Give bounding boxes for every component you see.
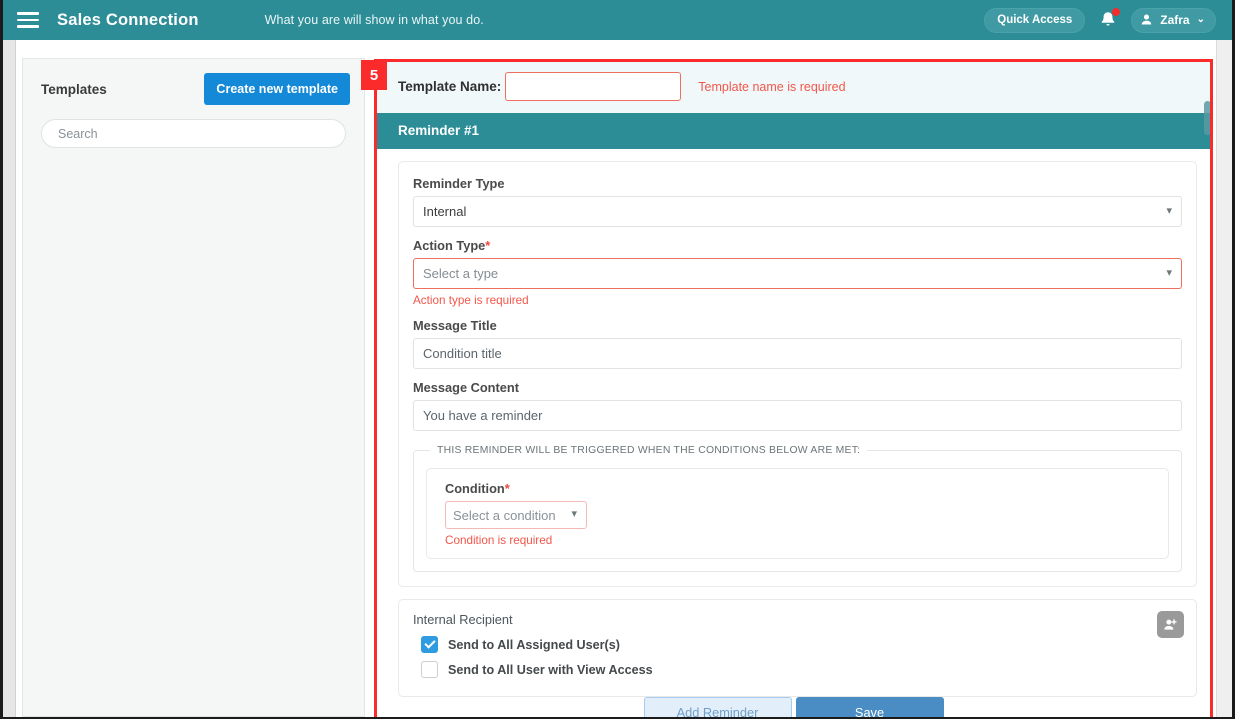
- hamburger-icon[interactable]: [17, 12, 39, 28]
- condition-label: Condition*: [445, 481, 1156, 496]
- internal-recipient-card: Internal Recipient Send to All Assigned …: [398, 599, 1197, 697]
- template-name-input[interactable]: [505, 72, 682, 101]
- required-asterisk: *: [504, 481, 510, 496]
- action-type-label-text: Action Type: [413, 238, 486, 253]
- notifications-button[interactable]: [1098, 8, 1121, 31]
- message-title-input[interactable]: [413, 338, 1182, 369]
- action-type-select[interactable]: Select a type: [413, 258, 1182, 289]
- chevron-down-icon: ⌄: [1196, 14, 1205, 25]
- add-recipient-button[interactable]: [1157, 611, 1184, 638]
- checkbox-label: Send to All Assigned User(s): [448, 637, 620, 652]
- app-header: Sales Connection What you are will show …: [3, 0, 1232, 40]
- reminder-type-field: Reminder Type Internal ▾: [413, 176, 1182, 227]
- reminder-section-header: Reminder #1: [376, 113, 1211, 149]
- form-action-buttons: Add Reminder Save: [376, 697, 1211, 717]
- create-new-template-button[interactable]: Create new template: [204, 73, 350, 105]
- notification-badge-dot: [1112, 8, 1121, 16]
- internal-recipient-title: Internal Recipient: [413, 612, 513, 627]
- reminder-type-select[interactable]: Internal: [413, 196, 1182, 227]
- send-to-assigned-users-checkbox[interactable]: [421, 636, 438, 653]
- save-button[interactable]: Save: [795, 697, 944, 717]
- search-input[interactable]: [41, 119, 346, 148]
- user-menu-button[interactable]: Zafra ⌄: [1131, 7, 1216, 33]
- message-title-field: Message Title: [413, 318, 1182, 369]
- message-content-label: Message Content: [413, 380, 519, 395]
- annotation-step-badge: 5: [361, 60, 387, 90]
- message-content-input[interactable]: [413, 400, 1182, 431]
- template-editor-panel: Template Name: Template name is required…: [375, 60, 1212, 717]
- reminder-fields-card: Reminder Type Internal ▾ Action Type* Se…: [398, 161, 1197, 587]
- page-scrollbar[interactable]: [1216, 40, 1232, 717]
- action-type-field: Action Type* Select a type ▾ Action type…: [413, 238, 1182, 307]
- checkbox-label: Send to All User with View Access: [448, 662, 653, 677]
- person-add-icon: [1164, 618, 1177, 630]
- message-title-label: Message Title: [413, 318, 497, 333]
- conditions-legend: THIS REMINDER WILL BE TRIGGERED WHEN THE…: [437, 445, 861, 456]
- quick-access-button[interactable]: Quick Access: [984, 7, 1086, 33]
- templates-title: Templates: [41, 81, 107, 97]
- reminder-type-label: Reminder Type: [413, 176, 505, 191]
- condition-label-text: Condition: [445, 481, 505, 496]
- condition-card: Condition* Select a condition ▾ Conditio…: [426, 468, 1169, 559]
- templates-panel: Templates Create new template: [22, 58, 365, 717]
- user-name: Zafra: [1160, 12, 1190, 27]
- templates-search-wrap: [23, 105, 364, 148]
- template-name-label: Template Name:: [398, 79, 502, 94]
- action-type-error: Action type is required: [413, 294, 529, 307]
- required-asterisk: *: [485, 238, 491, 253]
- template-name-row: Template Name: Template name is required: [376, 61, 1211, 113]
- checkbox-row: Send to All Assigned User(s): [413, 636, 1182, 653]
- send-to-view-access-users-checkbox[interactable]: [421, 661, 438, 678]
- templates-panel-header: Templates Create new template: [23, 59, 364, 105]
- add-reminder-button[interactable]: Add Reminder: [643, 697, 792, 717]
- page-body: Templates Create new template Template N…: [3, 40, 1232, 717]
- panel-scrollbar-thumb[interactable]: [1204, 101, 1211, 135]
- action-type-label: Action Type*: [413, 238, 1182, 253]
- header-actions: Quick Access Zafra ⌄: [984, 7, 1232, 33]
- checkbox-row: Send to All User with View Access: [413, 661, 1182, 678]
- header-tagline: What you are will show in what you do.: [264, 13, 484, 27]
- template-name-error: Template name is required: [698, 79, 846, 94]
- left-scrollbar-gutter[interactable]: [3, 40, 16, 717]
- message-content-field: Message Content: [413, 380, 1182, 431]
- app-window: Sales Connection What you are will show …: [0, 0, 1235, 719]
- condition-select[interactable]: Select a condition: [445, 501, 587, 529]
- condition-error: Condition is required: [445, 534, 553, 547]
- user-icon: [1142, 14, 1152, 25]
- brand-title: Sales Connection: [57, 10, 199, 29]
- conditions-fieldset: THIS REMINDER WILL BE TRIGGERED WHEN THE…: [413, 445, 1182, 572]
